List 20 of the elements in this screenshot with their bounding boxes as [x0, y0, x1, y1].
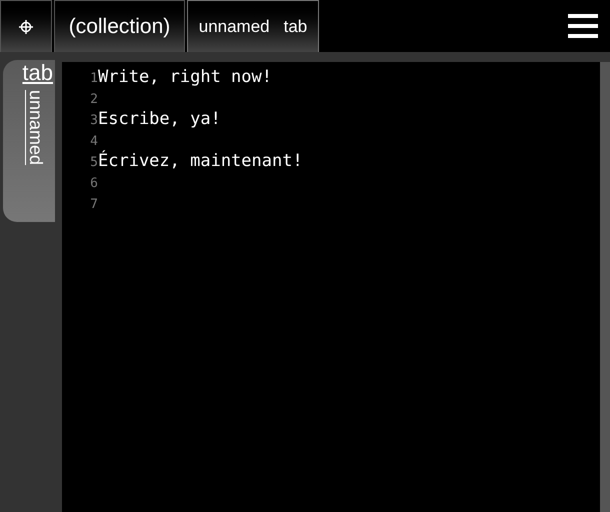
- code-line: Escribe, ya!: [98, 109, 221, 129]
- line-number: 2: [89, 91, 98, 108]
- line-number: 4: [89, 133, 98, 150]
- document-tab[interactable]: unnamed tab: [187, 0, 319, 52]
- code-line: Write, right now!: [98, 67, 272, 87]
- line-number: 6: [89, 175, 98, 192]
- collection-tab[interactable]: (collection): [54, 0, 185, 52]
- line-number: 3: [89, 112, 98, 129]
- crosshair-button[interactable]: [0, 0, 52, 52]
- side-tab[interactable]: tab unnamed: [3, 60, 55, 222]
- menu-button[interactable]: [568, 12, 600, 40]
- code-editor[interactable]: 1Write, right now! 2 3Escribe, ya! 4 5Écrivez, maintenant! 6 7: [62, 62, 610, 512]
- code-line: Écrivez, maintenant!: [98, 151, 303, 171]
- side-tab-subtitle: unnamed: [27, 90, 45, 166]
- line-number: 5: [89, 154, 98, 171]
- side-tab-title: tab: [22, 62, 53, 84]
- crosshair-icon: [18, 18, 34, 34]
- line-number: 1: [89, 70, 98, 87]
- menu-icon: [568, 14, 598, 38]
- line-number: 7: [89, 196, 98, 213]
